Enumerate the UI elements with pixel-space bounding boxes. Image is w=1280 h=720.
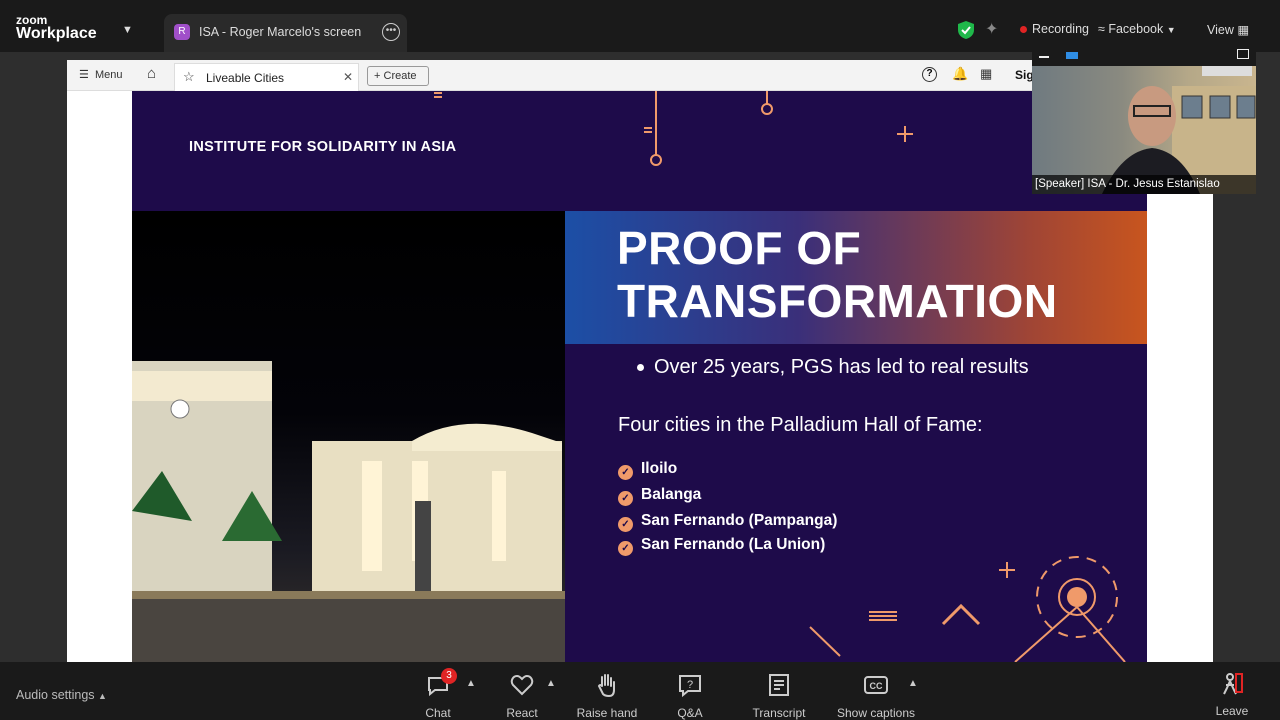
transcript-button[interactable]: Transcript	[748, 672, 810, 720]
chevron-up-icon[interactable]: ▲	[546, 678, 556, 689]
decorative-target-icon	[809, 556, 1126, 662]
shared-screen-label: ISA - Roger Marcelo's screen	[199, 25, 362, 39]
chat-label: Chat	[425, 706, 451, 720]
leave-icon	[1223, 673, 1243, 695]
slide-title-line-1: PROOF OF	[617, 222, 862, 274]
tab-title: Liveable Cities	[206, 71, 285, 85]
raise-hand-label: Raise hand	[576, 706, 638, 720]
video-layout-icon[interactable]	[1066, 52, 1078, 59]
help-icon[interactable]: ?	[922, 67, 937, 82]
document-icon	[769, 674, 789, 696]
create-label: Create	[383, 70, 417, 82]
presentation-slide: INSTITUTE FOR SOLIDARITY IN ASIA PROOF O…	[132, 91, 1147, 662]
audio-settings-label: Audio settings	[16, 688, 95, 702]
live-stream-button[interactable]: ≈ Facebook ▼	[1098, 22, 1176, 36]
audio-settings-button[interactable]: Audio settings ▲	[16, 688, 107, 702]
svg-text:CC: CC	[870, 681, 883, 691]
grid-icon: ▦	[1237, 23, 1250, 37]
star-icon[interactable]: ☆	[183, 69, 195, 85]
stream-label: Facebook	[1108, 22, 1164, 36]
popout-icon[interactable]	[1237, 49, 1249, 59]
chat-unread-badge: 3	[441, 668, 457, 684]
chevron-up-icon: ▲	[98, 691, 107, 701]
recording-label: Recording	[1032, 22, 1089, 36]
security-shield-icon[interactable]	[957, 20, 975, 40]
stream-signal-icon: ≈	[1098, 22, 1109, 36]
sharer-avatar: R	[174, 24, 190, 40]
speaker-name-label: [Speaker] ISA - Dr. Jesus Estanislao	[1032, 175, 1256, 194]
sign-in-label[interactable]: Sig	[1015, 68, 1034, 82]
city-night-photo	[132, 211, 565, 662]
react-button[interactable]: React	[502, 672, 542, 720]
video-toolbar	[1032, 44, 1256, 66]
qa-label: Q&A	[677, 706, 703, 720]
slide-content: Over 25 years, PGS has led to real resul…	[565, 344, 1147, 662]
menu-label: Menu	[95, 69, 123, 81]
home-icon[interactable]: ⌂	[147, 65, 156, 82]
chevron-down-icon[interactable]: ▼	[122, 24, 133, 36]
slide-header: INSTITUTE FOR SOLIDARITY IN ASIA	[132, 91, 1147, 211]
city-building-illustration	[132, 361, 565, 662]
menu-button[interactable]: ☰ Menu	[79, 68, 123, 81]
leave-button[interactable]: Leave	[1214, 672, 1250, 718]
raise-hand-button[interactable]: Raise hand	[572, 672, 642, 720]
heart-icon	[510, 674, 534, 696]
hand-icon	[597, 674, 615, 698]
chevron-down-icon: ▼	[1166, 25, 1176, 35]
plus-icon: +	[374, 70, 381, 82]
shared-screen-tab[interactable]: R ISA - Roger Marcelo's screen •••	[164, 14, 407, 52]
chevron-up-icon[interactable]: ▲	[466, 678, 476, 689]
hamburger-icon: ☰	[79, 69, 89, 81]
speaker-video-tile[interactable]: [Speaker] ISA - Dr. Jesus Estanislao	[1032, 44, 1256, 194]
ai-companion-icon[interactable]: ✦	[985, 19, 998, 39]
captions-button[interactable]: CC Show captions	[834, 672, 918, 720]
meeting-controls-bar: Audio settings ▲ Chat ▲ React ▲ Raise ha…	[0, 662, 1280, 720]
leave-label: Leave	[1215, 704, 1249, 718]
svg-text:?: ?	[687, 679, 693, 691]
decorative-lines-icon	[434, 91, 913, 166]
minimize-icon[interactable]	[1039, 56, 1049, 58]
close-icon[interactable]: ✕	[343, 70, 353, 84]
qa-button[interactable]: ? Q&A	[670, 672, 710, 720]
browser-tab[interactable]: ☆ Liveable Cities ✕	[174, 63, 359, 91]
apps-grid-icon[interactable]: ▦	[980, 66, 992, 82]
react-label: React	[506, 706, 538, 720]
view-button[interactable]: View ▦	[1207, 22, 1249, 37]
recording-indicator[interactable]: Recording	[1020, 22, 1089, 36]
captions-label: Show captions	[836, 706, 916, 720]
zoom-logo[interactable]: zoom Workplace	[16, 14, 97, 42]
record-dot-icon	[1020, 26, 1027, 34]
closed-captions-icon: CC	[864, 676, 888, 694]
slide-title-box: PROOF OF TRANSFORMATION	[565, 211, 1147, 344]
slide-title-line-2: TRANSFORMATION	[617, 275, 1058, 327]
create-button[interactable]: + Create	[367, 66, 429, 86]
chevron-up-icon[interactable]: ▲	[908, 678, 918, 689]
more-options-icon[interactable]: •••	[382, 23, 400, 41]
transcript-label: Transcript	[752, 706, 806, 720]
view-label: View	[1207, 23, 1234, 37]
bell-icon[interactable]: 🔔	[952, 66, 968, 82]
question-bubble-icon: ?	[679, 675, 701, 698]
logo-bottom-text: Workplace	[16, 25, 97, 42]
